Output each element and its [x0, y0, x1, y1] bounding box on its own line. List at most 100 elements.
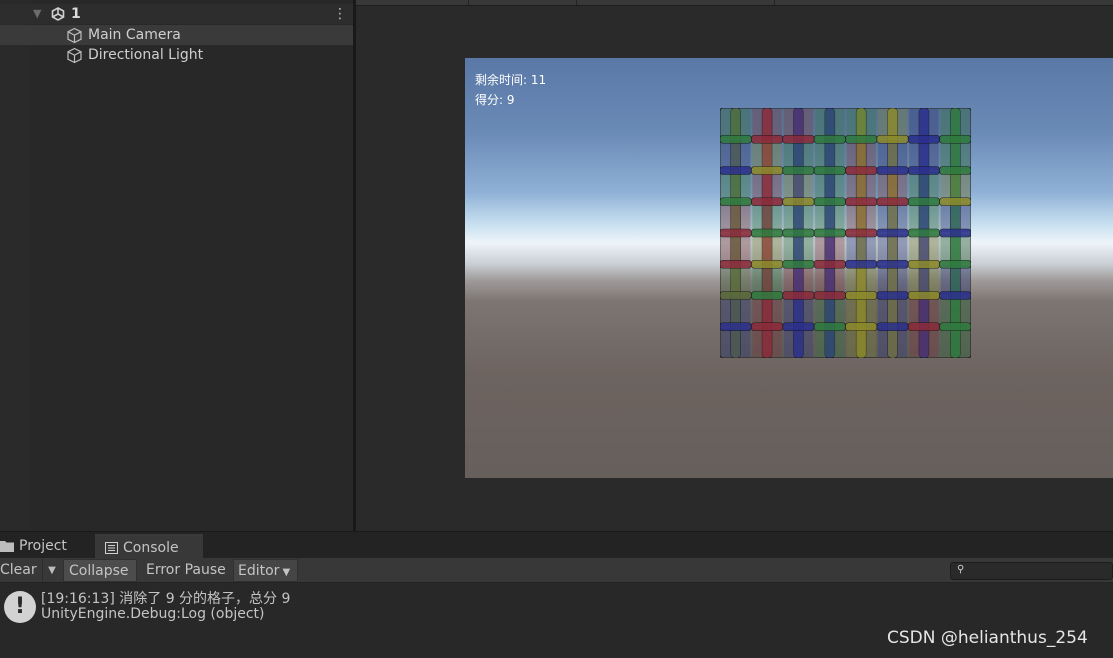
board-horizontal-bar — [720, 259, 752, 269]
board-horizontal-bar — [751, 134, 784, 144]
board-cell — [940, 109, 970, 139]
board-horizontal-bar — [939, 228, 971, 238]
board-horizontal-bar — [876, 228, 909, 238]
board-horizontal-bar — [876, 322, 909, 332]
board-horizontal-bar — [813, 291, 846, 300]
board-cell — [940, 202, 970, 232]
clear-options-dropdown-icon[interactable]: ▼ — [42, 559, 61, 582]
board-cell — [783, 202, 814, 232]
hierarchy-item-directional-light[interactable]: Directional Light — [0, 45, 353, 65]
board-cell — [815, 109, 845, 139]
collapse-toggle[interactable]: Collapse — [63, 559, 137, 582]
board-horizontal-bar — [813, 228, 846, 238]
board-horizontal-bar — [845, 197, 878, 207]
board-horizontal-bar — [782, 197, 815, 207]
board-horizontal-bar — [751, 228, 784, 238]
board-cell — [721, 327, 751, 357]
board-horizontal-bar — [845, 166, 878, 175]
board-cell — [752, 327, 782, 357]
board-horizontal-bar — [939, 166, 971, 175]
board-horizontal-bar — [876, 134, 909, 144]
chevron-down-icon: ▼ — [282, 567, 291, 578]
board-horizontal-bar — [907, 166, 940, 175]
board-horizontal-bar — [782, 166, 815, 175]
board-cell — [721, 296, 751, 326]
editor-target-dropdown[interactable]: Editor ▼ — [233, 559, 298, 582]
tab-console[interactable]: Console — [95, 534, 203, 558]
board-horizontal-bar — [845, 228, 878, 238]
board-cell — [877, 296, 908, 326]
board-horizontal-bar — [813, 166, 846, 175]
board-cell — [815, 327, 845, 357]
game-viewport[interactable]: 剩余时间: 11 得分: 9 — [465, 58, 1113, 478]
hierarchy-gutter — [0, 0, 31, 531]
board-horizontal-bar — [907, 228, 940, 238]
board-cell — [846, 296, 876, 326]
board-cell — [783, 327, 814, 357]
bottom-tab-bar: Project Console — [0, 532, 1113, 558]
watermark: CSDN @helianthus_254 — [887, 628, 1088, 648]
board-cell — [940, 171, 970, 201]
board-cell — [783, 140, 814, 170]
board-horizontal-bar — [782, 322, 815, 332]
board-horizontal-bar — [907, 134, 940, 144]
scene-menu-icon[interactable]: ⋮ — [333, 4, 347, 24]
board-cell — [815, 202, 845, 232]
hierarchy-list — [31, 0, 354, 531]
clear-button[interactable]: Clear — [0, 559, 42, 582]
tab-project[interactable]: Project — [0, 534, 93, 558]
board-cell — [752, 234, 782, 264]
board-cell — [815, 234, 845, 264]
board-horizontal-bar — [720, 322, 752, 332]
hierarchy-item-main-camera[interactable]: Main Camera — [0, 25, 353, 45]
board-horizontal-bar — [907, 259, 940, 269]
board-cell — [721, 140, 751, 170]
hierarchy-item-label: Main Camera — [88, 27, 181, 43]
log-stacktrace[interactable]: UnityEngine.Debug:Log (object) — [41, 606, 265, 622]
log-message[interactable]: [19:16:13] 消除了 9 分的格子，总分 9 — [41, 588, 290, 608]
board-horizontal-bar — [782, 291, 815, 300]
board-cell — [721, 171, 751, 201]
error-pause-toggle[interactable]: Error Pause — [141, 559, 233, 582]
board-cell — [783, 234, 814, 264]
board-horizontal-bar — [720, 134, 752, 144]
board-cell — [815, 296, 845, 326]
puzzle-board[interactable] — [720, 108, 971, 358]
info-message-icon: ! — [4, 591, 36, 623]
board-cell — [752, 265, 782, 295]
fold-arrow-icon[interactable]: ▼ — [33, 4, 41, 24]
console-icon — [105, 542, 118, 554]
board-horizontal-bar — [845, 322, 878, 332]
board-horizontal-bar — [907, 322, 940, 332]
board-horizontal-bar — [876, 291, 909, 300]
scene-row[interactable]: ▼ 1 ⋮ — [0, 4, 353, 24]
board-cell — [752, 202, 782, 232]
board-cell — [752, 171, 782, 201]
console-search-input[interactable]: ⚲ — [950, 562, 1113, 580]
board-cell — [909, 140, 939, 170]
scene-name: 1 — [71, 6, 81, 22]
board-cell — [846, 202, 876, 232]
hud-score: 得分: 9 — [475, 93, 515, 107]
board-cell — [940, 140, 970, 170]
hud-time-remaining: 剩余时间: 11 — [475, 73, 547, 87]
board-cell — [783, 296, 814, 326]
board-horizontal-bar — [813, 259, 846, 269]
board-cell — [783, 171, 814, 201]
board-cell — [752, 109, 782, 139]
board-cell — [721, 202, 751, 232]
board-cell — [877, 234, 908, 264]
board-horizontal-bar — [939, 291, 971, 300]
board-cell — [846, 327, 876, 357]
search-icon: ⚲ — [957, 564, 965, 575]
board-horizontal-bar — [751, 322, 784, 332]
board-cell — [752, 296, 782, 326]
editor-dropdown-label: Editor — [238, 563, 280, 579]
board-horizontal-bar — [939, 322, 971, 332]
board-horizontal-bar — [751, 197, 784, 207]
board-horizontal-bar — [939, 197, 971, 207]
board-horizontal-bar — [782, 134, 815, 144]
board-cell — [909, 109, 939, 139]
board-cell — [909, 265, 939, 295]
board-horizontal-bar — [876, 259, 909, 269]
